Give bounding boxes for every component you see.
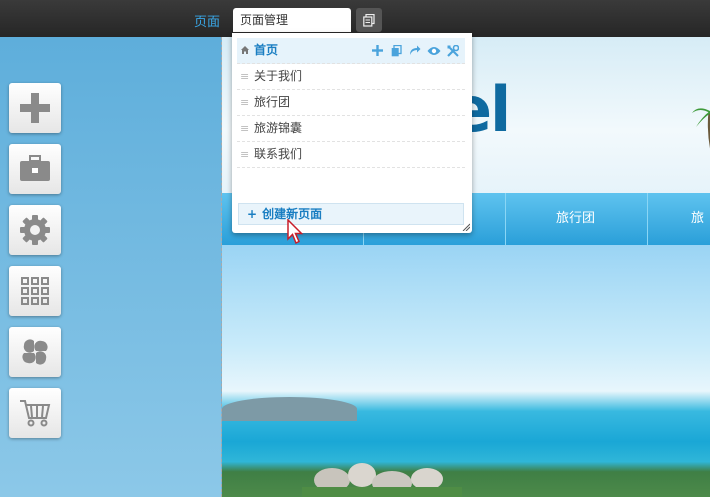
page-row[interactable]: ≡ 关于我们	[237, 64, 465, 90]
nav-item-tours[interactable]: 旅行团	[556, 193, 595, 245]
toolbox-icon	[20, 155, 50, 181]
plus-icon	[20, 93, 50, 123]
drag-handle-icon[interactable]: ≡	[240, 90, 249, 115]
left-tool-panel	[0, 37, 221, 497]
page-row-label: 首页	[254, 43, 279, 57]
drag-handle-icon[interactable]: ≡	[240, 116, 249, 141]
page-row-actions	[370, 38, 460, 63]
resize-handle-icon[interactable]	[462, 223, 470, 231]
apps-button[interactable]	[9, 266, 61, 316]
top-bar: 页面 页面管理	[0, 0, 710, 37]
cart-icon	[20, 400, 51, 427]
hero-island	[222, 397, 357, 421]
nav-divider	[505, 193, 506, 245]
add-icon[interactable]	[370, 44, 384, 58]
page-row-home[interactable]: 首页	[237, 38, 465, 64]
home-icon	[240, 38, 250, 64]
page-row-label: 旅行团	[254, 95, 291, 109]
plus-icon: +	[247, 207, 258, 221]
clover-icon	[22, 339, 48, 365]
drag-handle-icon[interactable]: ≡	[240, 64, 249, 89]
page-row[interactable]: ≡ 旅游锦囊	[237, 116, 465, 142]
palm-tree-icon	[692, 108, 710, 149]
pages-menu-label[interactable]: 页面	[194, 11, 220, 30]
drag-handle-icon[interactable]: ≡	[240, 142, 249, 167]
nav-item-travel[interactable]: 旅游	[691, 193, 710, 278]
page-manager-panel: 首页 ≡ 关于我们 ≡ 旅行团 ≡ 旅游锦囊 ≡ 联系我们 + 创建新页面	[232, 33, 472, 233]
settings-icon[interactable]	[446, 44, 460, 58]
gear-icon	[20, 215, 50, 245]
create-page-button[interactable]: + 创建新页面	[238, 203, 464, 225]
copy-page-button[interactable]	[356, 8, 382, 32]
nav-divider	[647, 193, 648, 245]
page-row-label: 联系我们	[254, 147, 303, 161]
theme-button[interactable]	[9, 327, 61, 377]
redirect-icon[interactable]	[408, 44, 422, 58]
page-manager-tab[interactable]: 页面管理	[233, 8, 351, 32]
mouse-cursor-icon	[287, 219, 304, 245]
copy-icon	[363, 13, 375, 27]
hero-rocks	[302, 463, 462, 497]
copy-icon[interactable]	[389, 44, 403, 58]
page-row-label: 关于我们	[254, 69, 303, 83]
shop-button[interactable]	[9, 388, 61, 438]
grid-icon	[21, 277, 49, 305]
preview-icon[interactable]	[427, 44, 441, 58]
page-row[interactable]: ≡ 联系我们	[237, 142, 465, 168]
page-row[interactable]: ≡ 旅行团	[237, 90, 465, 116]
settings-button[interactable]	[9, 205, 61, 255]
page-row-label: 旅游锦囊	[254, 121, 303, 135]
toolbox-button[interactable]	[9, 144, 61, 194]
hero-banner	[222, 245, 710, 497]
add-module-button[interactable]	[9, 83, 61, 133]
